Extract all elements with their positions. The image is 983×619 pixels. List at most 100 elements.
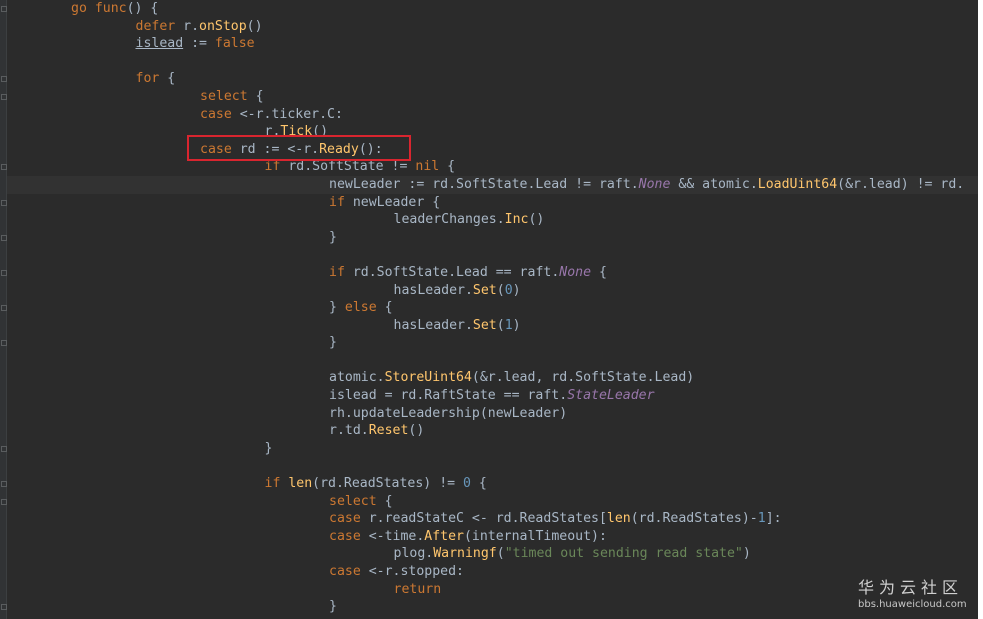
code-token: { (384, 493, 393, 509)
code-line[interactable]: islead = rd.RaftState == raft.StateLeade… (7, 387, 978, 405)
code-token: (): (358, 141, 383, 157)
code-token: onStop (199, 18, 247, 34)
code-token: 0 (463, 476, 471, 492)
code-line[interactable]: select { (7, 88, 978, 106)
code-token: case (329, 511, 369, 527)
watermark: 华为云社区 bbs.huaweicloud.com (858, 578, 976, 612)
code-line[interactable]: case <-r.stopped: (7, 563, 978, 581)
code-token: 1 (504, 317, 513, 333)
code-token: () (528, 212, 545, 228)
code-token: return (393, 581, 442, 597)
code-token: go (71, 1, 95, 16)
code-line[interactable]: if rd.SoftState != nil { (7, 158, 978, 176)
code-token: select (200, 88, 256, 104)
code-token: func (94, 1, 127, 16)
code-line[interactable]: } (7, 440, 978, 458)
code-token: islead (135, 36, 184, 52)
code-token: if (329, 264, 353, 280)
code-token: defer (135, 18, 184, 34)
code-token: (rd.ReadStates)- (630, 511, 758, 527)
code-line[interactable] (7, 246, 978, 264)
code-token: StoreUint64 (384, 370, 472, 386)
code-token: else (344, 300, 385, 316)
code-token: if (264, 476, 289, 492)
code-line[interactable]: leaderChanges.Inc() (7, 211, 978, 229)
code-token: ( (496, 317, 505, 333)
code-token: && atomic. (670, 176, 758, 192)
code-line[interactable]: } (7, 229, 978, 247)
code-token: Inc (504, 212, 529, 228)
code-token: hasLeader. (393, 317, 473, 333)
code-token: (&r.lead, rd.SoftState.Lead) (471, 370, 695, 386)
code-token: LoadUint64 (757, 176, 838, 192)
code-line[interactable]: go func() { (7, 0, 978, 18)
code-token: { (447, 159, 456, 175)
code-line[interactable]: } (7, 334, 978, 352)
code-line[interactable] (7, 457, 978, 475)
code-token: <-r.ticker.C: (239, 106, 343, 122)
code-token: false (214, 36, 255, 52)
code-token: (rd.ReadStates) != (312, 476, 464, 492)
code-token: := (183, 36, 215, 52)
code-line[interactable]: select { (7, 493, 978, 511)
code-token: select (329, 493, 385, 509)
code-line[interactable]: rh.updateLeadership(newLeader) (7, 405, 978, 423)
code-token: plog. (393, 546, 434, 562)
page-margin (978, 0, 983, 619)
code-line[interactable]: r.Tick() (7, 123, 978, 141)
code-line[interactable]: newLeader := rd.SoftState.Lead != raft.N… (7, 175, 978, 194)
code-line[interactable]: defer r.onStop() (7, 18, 978, 36)
code-token: <-r.stopped: (368, 564, 464, 579)
code-token: case (329, 528, 369, 544)
code-token: rh.updateLeadership(newLeader) (329, 405, 568, 421)
code-line[interactable]: islead := false (7, 35, 978, 53)
code-token: case (200, 141, 240, 157)
code-line[interactable]: case rd := <-r.Ready(): (7, 141, 978, 159)
code-line[interactable]: hasLeader.Set(0) (7, 282, 978, 300)
code-line[interactable]: atomic.StoreUint64(&r.lead, rd.SoftState… (7, 369, 978, 387)
code-token: for (135, 71, 168, 87)
code-line[interactable]: plog.Warningf("timed out sending read st… (7, 545, 978, 563)
code-token: r. (183, 18, 200, 34)
code-line[interactable] (7, 53, 978, 71)
code-line[interactable]: hasLeader.Set(1) (7, 317, 978, 335)
code-line[interactable]: for { (7, 70, 978, 88)
code-token: ( (496, 546, 505, 562)
code-token: if (264, 159, 289, 175)
code-token: if (329, 194, 353, 210)
code-line[interactable]: case <-time.After(internalTimeout): (7, 528, 978, 546)
code-token: len (606, 511, 631, 527)
code-token: { (470, 476, 487, 492)
code-token: 1 (757, 511, 766, 527)
code-token: { (591, 264, 607, 280)
code-token: None (559, 264, 592, 280)
code-token: ( (496, 282, 505, 298)
code-line[interactable]: case r.readStateC <- rd.ReadStates[len(r… (7, 510, 978, 528)
code-line[interactable] (7, 352, 978, 370)
code-token: After (424, 528, 464, 544)
code-editor[interactable]: go func() {defer r.onStop() islead := fal… (0, 0, 978, 619)
code-token: Warningf (433, 546, 497, 562)
code-line[interactable]: } else { (7, 299, 978, 317)
code-token: r.td. (329, 423, 369, 439)
code-area[interactable]: go func() {defer r.onStop() islead := fal… (7, 0, 978, 616)
code-token: leaderChanges. (393, 212, 505, 228)
code-token: ) (742, 546, 751, 562)
code-token: ) (512, 317, 521, 333)
code-line[interactable]: return (7, 581, 978, 599)
code-line[interactable]: } (7, 598, 978, 616)
code-token: ) (512, 282, 521, 298)
code-token: nil (415, 159, 448, 175)
code-line[interactable]: if len(rd.ReadStates) != 0 { (7, 475, 978, 493)
watermark-url: bbs.huaweicloud.com (858, 599, 967, 610)
code-token: () (246, 18, 263, 34)
code-token: } (329, 599, 337, 615)
code-token: r. (264, 124, 281, 140)
code-token: r.readStateC <- rd.ReadStates[ (368, 511, 607, 527)
code-token: ]: (765, 511, 782, 527)
code-token: len (288, 476, 313, 492)
code-line[interactable]: if newLeader { (7, 194, 978, 212)
code-line[interactable]: r.td.Reset() (7, 422, 978, 440)
code-line[interactable]: if rd.SoftState.Lead == raft.None { (7, 264, 978, 282)
code-line[interactable]: case <-r.ticker.C: (7, 106, 978, 124)
